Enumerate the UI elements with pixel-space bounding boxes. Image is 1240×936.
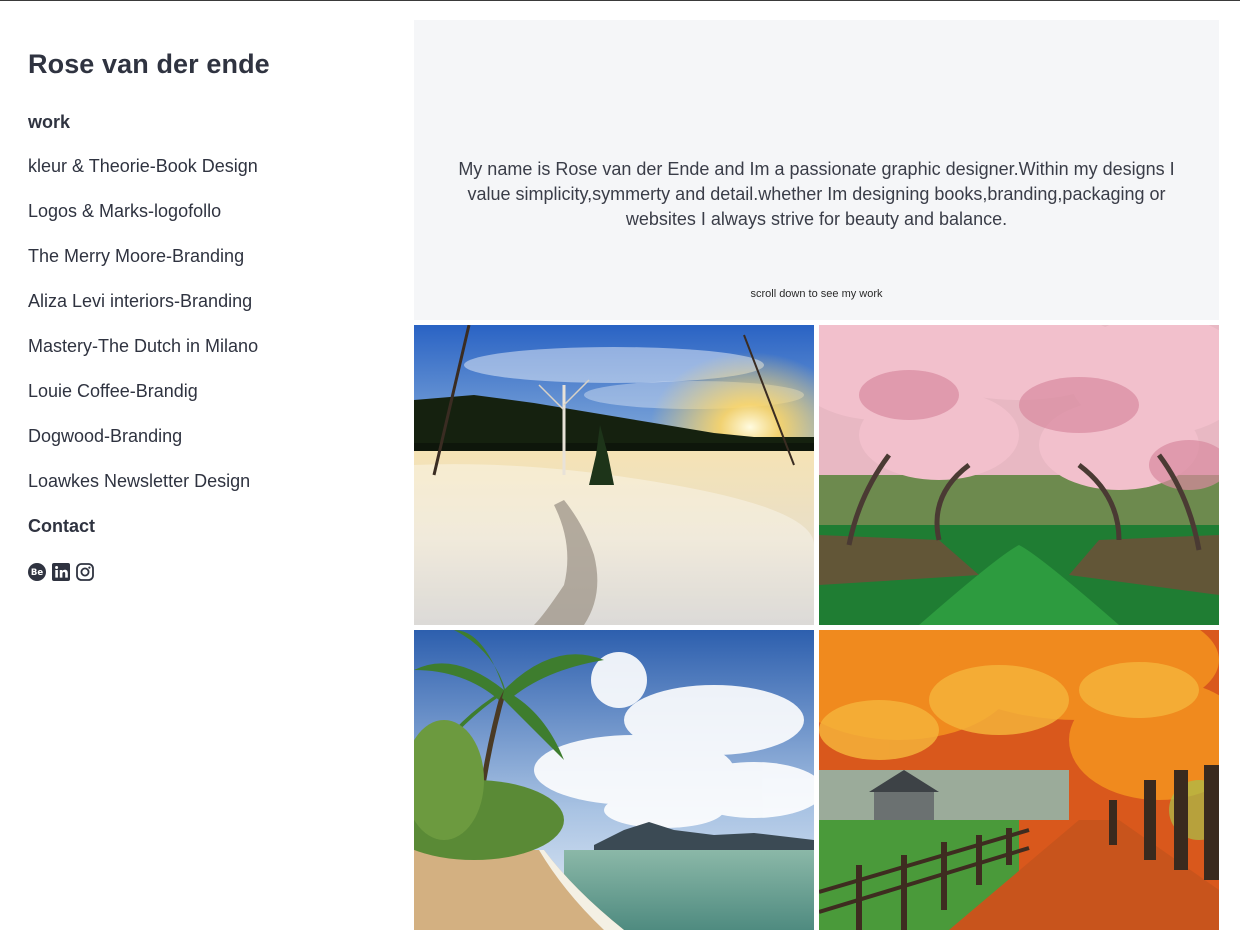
behance-icon[interactable]: Be [28,563,46,581]
project-nav: kleur & Theorie-Book Design Logos & Mark… [28,154,378,514]
social-links: Be [28,563,378,581]
winter-snow-sunset-image[interactable] [414,325,814,625]
instagram-icon[interactable] [76,563,94,581]
intro-text: My name is Rose van der Ende and Im a pa… [458,159,1175,229]
nav-item-loawkes-newsletter[interactable]: Loawkes Newsletter Design [28,469,378,514]
main-content: My name is Rose van der Ende and Im a pa… [414,20,1219,930]
contact-heading[interactable]: Contact [28,514,378,538]
project-gallery [414,325,1219,930]
intro-panel: My name is Rose van der Ende and Im a pa… [414,20,1219,320]
autumn-orange-trees-image[interactable] [819,630,1219,930]
scroll-note: scroll down to see my work [750,288,883,300]
linkedin-icon[interactable] [52,563,70,581]
nav-item-louie-coffee[interactable]: Louie Coffee-Brandig [28,379,378,424]
nav-item-aliza-levi[interactable]: Aliza Levi interiors-Branding [28,289,378,334]
pink-blossom-trees-image[interactable] [819,325,1219,625]
tropical-beach-palms-image[interactable] [414,630,814,930]
nav-item-merry-moore[interactable]: The Merry Moore-Branding [28,244,378,289]
nav-item-dogwood[interactable]: Dogwood-Branding [28,424,378,469]
nav-item-mastery[interactable]: Mastery-The Dutch in Milano [28,334,378,379]
nav-item-kleur-theorie[interactable]: kleur & Theorie-Book Design [28,154,378,199]
site-title[interactable]: Rose van der ende [28,44,378,84]
top-border [0,0,1240,1]
nav-item-logos-marks[interactable]: Logos & Marks-logofollo [28,199,378,244]
svg-text:Be: Be [31,568,43,578]
work-heading[interactable]: work [28,109,378,135]
sidebar: Rose van der ende work kleur & Theorie-B… [28,44,378,581]
